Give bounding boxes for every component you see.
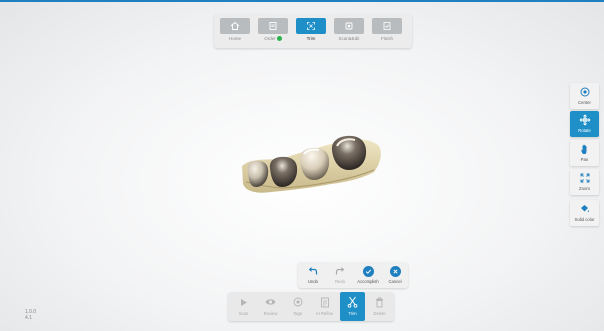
scan-button[interactable]: Scan [231, 292, 256, 321]
ai-refine-button[interactable]: AI Refine [312, 292, 337, 321]
step-label: Finish [380, 36, 393, 41]
scan-edit-icon [334, 18, 364, 34]
action-label: Redo [334, 279, 345, 284]
tool-label: Scan [238, 311, 249, 316]
top-accent-line [0, 0, 604, 2]
scissors-icon [340, 296, 365, 308]
order-icon [258, 18, 288, 34]
pan-button[interactable]: Pan [570, 140, 599, 166]
trim-tool-button[interactable]: Trim [340, 292, 365, 321]
accomplish-button[interactable]: Accomplish [357, 265, 379, 284]
tool-label: Zoom [579, 186, 590, 191]
version-info: 1.0.0 4.1 [25, 309, 36, 321]
zoom-icon [570, 172, 599, 184]
undo-button[interactable]: Undo [302, 265, 324, 284]
version-line-2: 4.1 [25, 315, 32, 321]
tool-label: Review [263, 311, 278, 316]
tool-label: Trim [348, 311, 357, 316]
step-order[interactable]: Order [258, 18, 288, 42]
action-label: Accomplish [357, 279, 379, 284]
step-trim[interactable]: Trim [296, 18, 326, 41]
workflow-step-bar: Home Order Trim Scan&Edit Finish [214, 14, 412, 48]
bottom-tool-bar: Scan Review Tags AI Refine Trim Delete [228, 292, 394, 321]
step-label: Scan&Edit [338, 36, 360, 41]
center-button[interactable]: Center [570, 83, 599, 109]
tool-label: Rotate [578, 128, 591, 133]
redo-button[interactable]: Redo [329, 265, 351, 284]
play-icon [231, 296, 256, 308]
action-label: Cancel [388, 279, 402, 284]
dental-scan-model[interactable] [236, 132, 386, 202]
tool-label: Pan [580, 157, 589, 162]
redo-icon [329, 265, 351, 277]
rotate-icon [570, 114, 599, 126]
step-label: Home [228, 36, 241, 41]
zoom-button[interactable]: Zoom [570, 169, 599, 195]
delete-button[interactable]: Delete [367, 292, 392, 321]
action-label: Undo [307, 279, 318, 284]
tool-label: Delete [373, 311, 386, 316]
step-label: Trim [306, 36, 316, 41]
center-icon [570, 86, 599, 98]
step-finish[interactable]: Finish [372, 18, 402, 41]
solid-color-button[interactable]: Solid color [570, 200, 599, 226]
tool-label: Center [578, 100, 591, 105]
step-scan-edit[interactable]: Scan&Edit [334, 18, 364, 41]
step-home[interactable]: Home [220, 18, 250, 41]
review-button[interactable]: Review [258, 292, 283, 321]
cancel-icon [389, 265, 401, 277]
finish-icon [372, 18, 402, 34]
hand-icon [570, 143, 599, 155]
check-icon [362, 265, 374, 277]
tag-icon [285, 296, 310, 308]
step-label: Order [258, 36, 288, 42]
home-icon [220, 18, 250, 34]
cancel-button[interactable]: Cancel [384, 265, 406, 284]
rotate-button[interactable]: Rotate [570, 111, 599, 137]
undo-icon [302, 265, 324, 277]
eye-icon [258, 296, 283, 308]
tags-button[interactable]: Tags [285, 292, 310, 321]
trash-icon [367, 296, 392, 308]
check-badge-icon [276, 36, 282, 42]
solid-color-icon [570, 203, 599, 215]
tool-label: AI Refine [315, 311, 334, 316]
trim-icon [296, 18, 326, 34]
tool-label: Tags [293, 311, 302, 316]
edit-action-bar: Undo Redo Accomplish Cancel [298, 262, 408, 288]
refine-icon [312, 296, 337, 308]
tool-label: Solid color [574, 217, 595, 222]
